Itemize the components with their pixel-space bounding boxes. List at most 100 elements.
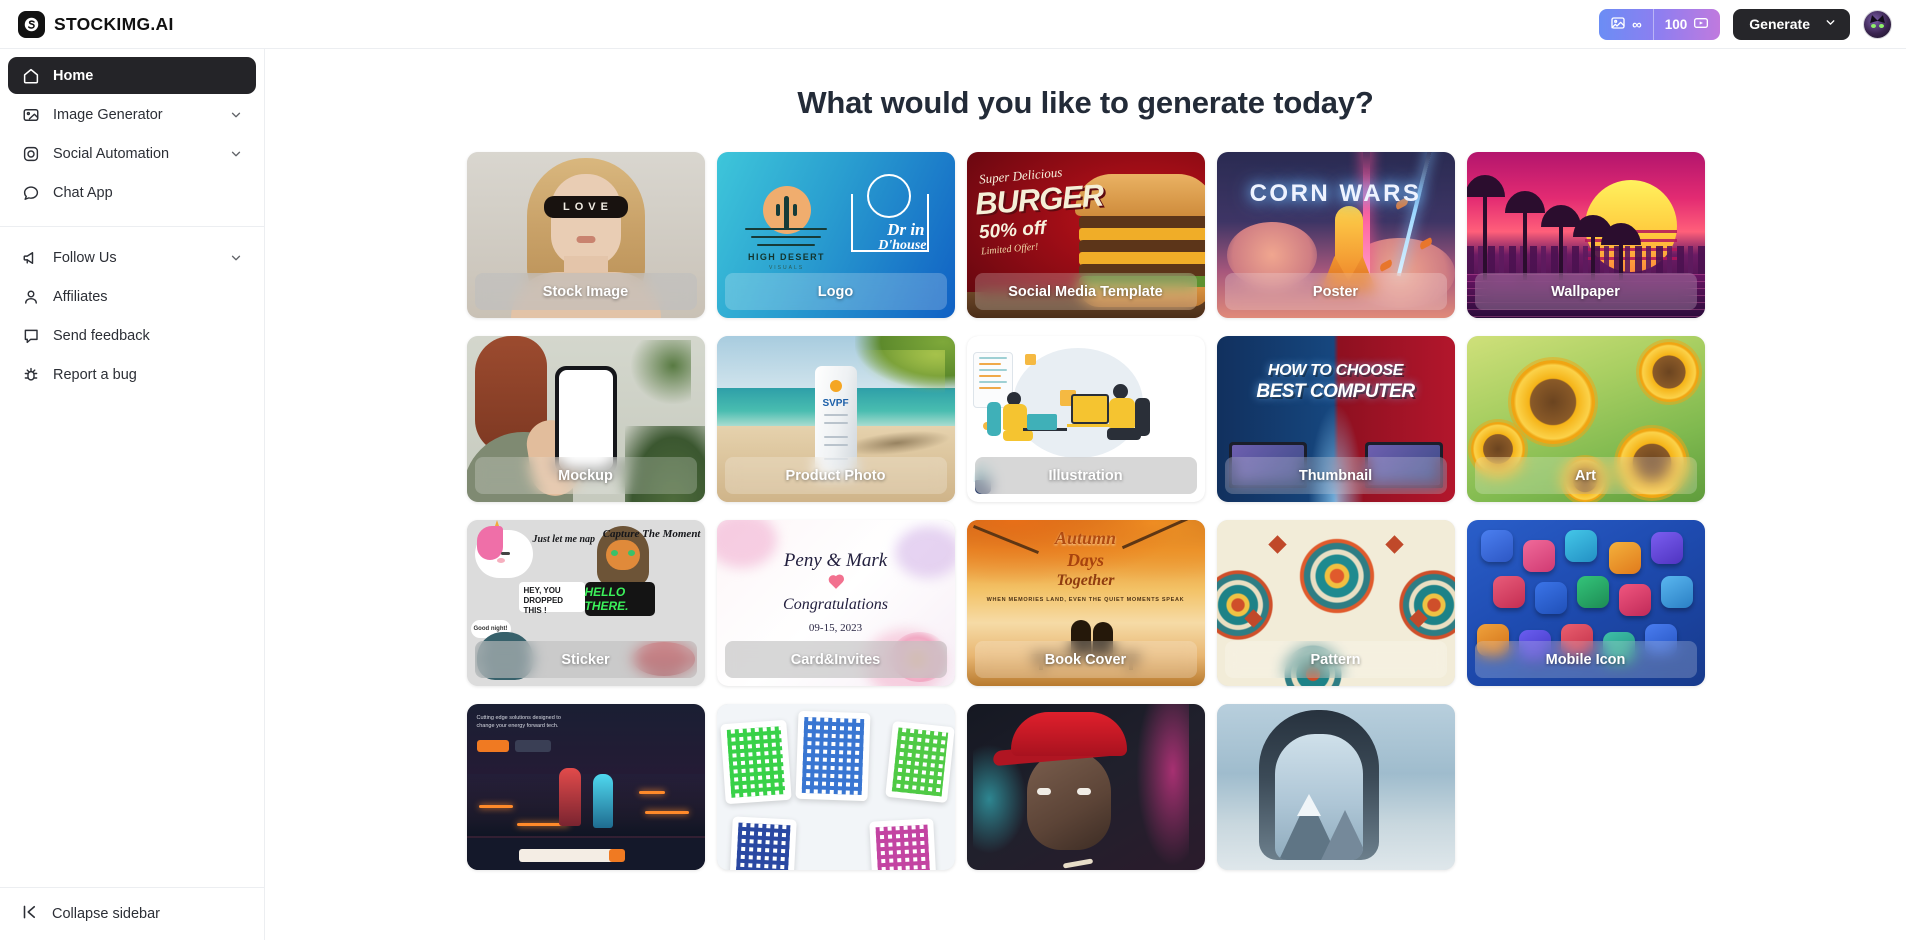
card-label: Sticker (474, 641, 697, 678)
image-icon (21, 105, 40, 124)
collapse-sidebar-button[interactable]: Collapse sidebar (0, 887, 264, 940)
card-label: Stock Image (474, 273, 697, 310)
bug-icon (21, 365, 40, 384)
card-label: Wallpaper (1474, 273, 1697, 310)
sidebar-item-label: Send feedback (53, 327, 150, 344)
artwork-text-hey-you-dropped-this: HEY, YOU DROPPED THIS ! (518, 582, 585, 615)
card-artwork (716, 704, 955, 870)
card-label: Social Media Template (974, 273, 1197, 310)
message-square-icon (21, 326, 40, 345)
card-logo[interactable]: HIGH DESERT VISUALS Dr in D'house Logo (716, 152, 955, 318)
card-label: Art (1474, 457, 1697, 494)
avatar[interactable] (1863, 9, 1892, 39)
sidebar-item-label: Social Automation (53, 145, 170, 162)
card-label: Book Cover (974, 641, 1197, 678)
card-label: Thumbnail (1224, 457, 1447, 494)
app-body: Home Image Generator Social Automation C… (0, 49, 1906, 940)
sidebar-item-label: Home (53, 67, 94, 84)
sidebar-item-home[interactable]: Home (8, 57, 256, 94)
instagram-icon (21, 144, 40, 163)
card-portrait-preview[interactable] (966, 704, 1205, 870)
card-label: Card&Invites (724, 641, 947, 678)
chevron-down-icon[interactable] (229, 147, 243, 161)
video-credits-segment[interactable]: 100 (1652, 8, 1721, 40)
card-label: Mockup (474, 457, 697, 494)
chevron-down-icon[interactable] (229, 251, 243, 265)
sidebar-item-social-automation[interactable]: Social Automation (8, 135, 256, 172)
brand-name: STOCKIMG.AI (54, 13, 174, 34)
sidebar-item-send-feedback[interactable]: Send feedback (8, 317, 256, 354)
megaphone-icon (21, 248, 40, 267)
sidebar-item-report-a-bug[interactable]: Report a bug (8, 356, 256, 393)
card-artwork: Cutting edge solutions designed to chang… (466, 704, 705, 870)
artwork-text-how-to-choose: HOW TO CHOOSE (1267, 362, 1404, 379)
sidebar-item-image-generator[interactable]: Image Generator (8, 96, 256, 133)
card-wallpaper[interactable]: Wallpaper (1466, 152, 1705, 318)
main-content: What would you like to generate today? L… (265, 49, 1906, 940)
sidebar-item-chat-app[interactable]: Chat App (8, 174, 256, 211)
video-credits-value: 100 (1664, 16, 1688, 32)
card-poster[interactable]: CORN WARS Poster (1216, 152, 1455, 318)
card-label: Logo (724, 273, 947, 310)
artwork-text-peny-and-mark: Peny & Mark (783, 550, 888, 571)
brand-logo[interactable]: STOCKIMG.AI (18, 10, 174, 38)
image-icon (1610, 15, 1626, 34)
card-website-preview[interactable]: Cutting edge solutions designed to chang… (466, 704, 705, 870)
artwork-text-capture-the-moment: Capture The Moment (602, 528, 701, 540)
artwork-text-best-computer: BEST COMPUTER (1256, 381, 1415, 402)
sidebar-item-label: Follow Us (53, 249, 117, 266)
card-qr-code-preview[interactable] (716, 704, 955, 870)
card-product-photo[interactable]: SVPF Product Photo (716, 336, 955, 502)
artwork-text-days: Days (1067, 550, 1104, 570)
image-credits-segment[interactable]: ∞ (1599, 9, 1653, 40)
generate-button[interactable]: Generate (1733, 8, 1850, 40)
sidebar-item-label: Report a bug (53, 366, 137, 383)
sidebar-item-label: Chat App (53, 184, 113, 201)
card-illustration[interactable]: Illustration (966, 336, 1205, 502)
artwork-text-together: Together (1056, 572, 1115, 589)
sidebar-item-follow-us[interactable]: Follow Us (8, 239, 256, 276)
credits-badge[interactable]: ∞ 100 (1599, 8, 1721, 40)
card-label: Illustration (974, 457, 1197, 494)
artwork-text-visuals: VISUALS (768, 265, 805, 271)
card-label: Pattern (1224, 641, 1447, 678)
card-double-exposure-preview[interactable] (1216, 704, 1455, 870)
artwork-text-book-subtitle: WHEN MEMORIES LAND, EVEN THE QUIET MOMEN… (986, 597, 1185, 603)
generate-button-label: Generate (1749, 16, 1810, 32)
sidebar-item-affiliates[interactable]: Affiliates (8, 278, 256, 315)
page-title: What would you like to generate today? (797, 85, 1374, 120)
card-mockup[interactable]: Mockup (466, 336, 705, 502)
artwork-text-dhouse: D'house (878, 238, 927, 253)
card-social-media-template[interactable]: Super Delicious BURGER 50% off Limited O… (966, 152, 1205, 318)
card-label: Poster (1224, 273, 1447, 310)
card-card-and-invites[interactable]: Peny & Mark Congratulations 09-15, 2023 … (716, 520, 955, 686)
chat-bubble-icon (21, 183, 40, 202)
sidebar: Home Image Generator Social Automation C… (0, 49, 265, 940)
sidebar-divider (0, 226, 264, 227)
artwork-text-congratulations: Congratulations (783, 596, 888, 613)
artwork-text-corn-wars: CORN WARS (1249, 180, 1422, 207)
artwork-text-high-desert: HIGH DESERT (748, 252, 825, 262)
stockimg-logo-icon (18, 10, 45, 38)
artwork-text-limited-offer: Limited Offer! (980, 241, 1039, 258)
artwork-text-just-let-me-nap: Just let me nap (532, 534, 596, 545)
card-book-cover[interactable]: Autumn Days Together WHEN MEMORIES LAND,… (966, 520, 1205, 686)
collapse-sidebar-label: Collapse sidebar (52, 906, 161, 922)
card-mobile-icon[interactable]: Mobile Icon (1466, 520, 1705, 686)
image-credits-value: ∞ (1632, 16, 1642, 32)
card-pattern[interactable]: Pattern (1216, 520, 1455, 686)
card-art[interactable]: Art (1466, 336, 1705, 502)
top-bar: STOCKIMG.AI ∞ 100 Generate (0, 0, 1906, 49)
top-bar-right: ∞ 100 Generate (1599, 8, 1892, 40)
chevron-down-icon[interactable] (229, 108, 243, 122)
card-label: Product Photo (724, 457, 947, 494)
artwork-text-autumn: Autumn (1054, 528, 1117, 548)
card-thumbnail[interactable]: HOW TO CHOOSE BEST COMPUTER Thumbnail (1216, 336, 1455, 502)
card-artwork (966, 704, 1205, 870)
card-sticker[interactable]: Just let me nap Capture The Moment HEY, … (466, 520, 705, 686)
card-stock-image[interactable]: LOVE Stock Image (466, 152, 705, 318)
card-label: Mobile Icon (1474, 641, 1697, 678)
sidebar-item-label: Affiliates (53, 288, 108, 305)
collapse-left-icon (20, 903, 38, 925)
artwork-text-dr-in: Dr in (887, 220, 925, 239)
